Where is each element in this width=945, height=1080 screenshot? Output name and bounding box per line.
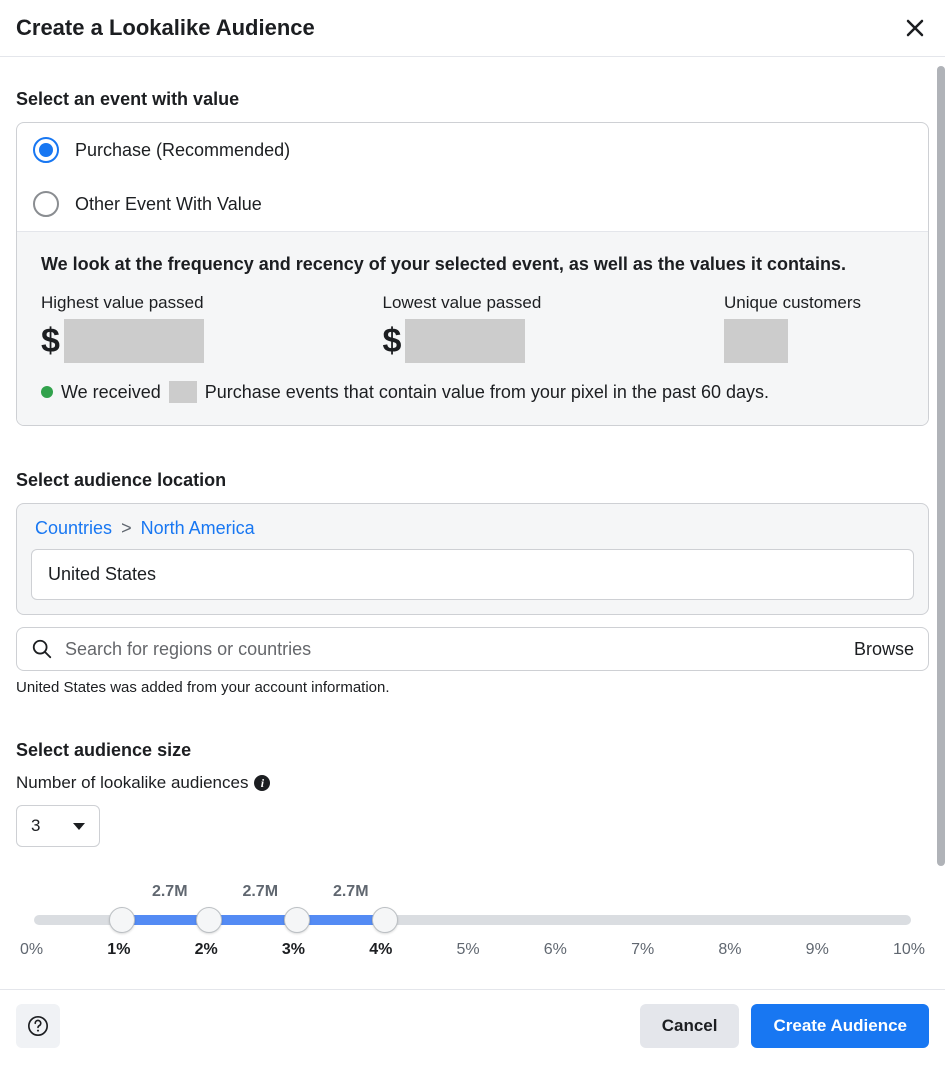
help-button[interactable]	[16, 1004, 60, 1048]
stat-highest: Highest value passed $	[41, 293, 353, 363]
cancel-button[interactable]: Cancel	[640, 1004, 740, 1048]
slider-segment-labels: 2.7M 2.7M 2.7M	[20, 883, 925, 907]
status-dot-icon	[41, 386, 53, 398]
info-heading: We look at the frequency and recency of …	[41, 254, 904, 275]
stat-label: Lowest value passed	[383, 293, 695, 313]
browse-link[interactable]: Browse	[854, 639, 914, 660]
tick: 3%	[282, 941, 305, 959]
stat-unique: Unique customers	[724, 293, 904, 363]
location-section-title: Select audience location	[16, 470, 929, 491]
select-value: 3	[31, 816, 40, 836]
close-icon	[903, 16, 927, 40]
stat-lowest: Lowest value passed $	[383, 293, 695, 363]
tick: 8%	[718, 941, 741, 959]
location-helper-text: United States was added from your accoun…	[16, 679, 929, 696]
modal-footer: Cancel Create Audience	[0, 989, 945, 1062]
events-text-pre: We received	[61, 382, 161, 403]
modal-header: Create a Lookalike Audience	[0, 0, 945, 57]
caret-down-icon	[73, 823, 85, 830]
redacted-value	[405, 319, 525, 363]
redacted-value	[169, 381, 197, 403]
events-text-post: Purchase events that contain value from …	[205, 382, 769, 403]
close-button[interactable]	[901, 14, 929, 42]
number-label: Number of lookalike audiences	[16, 773, 248, 793]
radio-label: Other Event With Value	[75, 194, 262, 215]
tick: 1%	[107, 941, 130, 959]
slider-ticks: 0% 1% 2% 3% 4% 5% 6% 7% 8% 9% 10%	[20, 941, 925, 959]
breadcrumb-countries[interactable]: Countries	[35, 518, 112, 538]
create-audience-button[interactable]: Create Audience	[751, 1004, 929, 1048]
radio-icon	[33, 191, 59, 217]
scrollbar[interactable]	[937, 66, 945, 866]
redacted-value	[64, 319, 204, 363]
tick: 10%	[893, 941, 925, 959]
breadcrumb-sep: >	[121, 518, 132, 538]
slider-fill	[122, 915, 385, 925]
modal-title: Create a Lookalike Audience	[16, 15, 315, 41]
event-card: Purchase (Recommended) Other Event With …	[16, 122, 929, 426]
info-icon[interactable]: i	[254, 775, 270, 791]
audience-size-slider: 2.7M 2.7M 2.7M 0% 1% 2% 3% 4% 5% 6% 7% 8…	[16, 883, 929, 959]
events-status-line: We received Purchase events that contain…	[41, 381, 904, 403]
tick: 7%	[631, 941, 654, 959]
location-search-row: Browse	[16, 627, 929, 671]
audience-count-select[interactable]: 3	[16, 805, 100, 847]
segment-size-3: 2.7M	[333, 883, 369, 901]
search-icon	[31, 638, 53, 660]
tick: 4%	[369, 941, 392, 959]
help-icon	[27, 1015, 49, 1037]
location-card: Countries > North America United States	[16, 503, 929, 615]
slider-handle-4[interactable]	[372, 907, 398, 933]
tick: 2%	[195, 941, 218, 959]
dollar-sign: $	[383, 322, 402, 361]
radio-other-event[interactable]: Other Event With Value	[17, 177, 928, 231]
number-label-row: Number of lookalike audiences i	[16, 773, 929, 793]
slider-track[interactable]	[34, 915, 911, 925]
segment-size-1: 2.7M	[152, 883, 188, 901]
breadcrumb-region[interactable]: North America	[141, 518, 255, 538]
size-section-title: Select audience size	[16, 740, 929, 761]
selected-location[interactable]: United States	[31, 549, 914, 600]
tick: 6%	[544, 941, 567, 959]
segment-size-2: 2.7M	[242, 883, 278, 901]
radio-purchase[interactable]: Purchase (Recommended)	[17, 123, 928, 177]
stat-label: Unique customers	[724, 293, 904, 313]
slider-handle-1[interactable]	[109, 907, 135, 933]
tick: 5%	[456, 941, 479, 959]
radio-label: Purchase (Recommended)	[75, 140, 290, 161]
radio-icon	[33, 137, 59, 163]
location-search-input[interactable]	[65, 639, 842, 660]
event-section-title: Select an event with value	[16, 89, 929, 110]
location-breadcrumb: Countries > North America	[31, 518, 914, 539]
event-info-block: We look at the frequency and recency of …	[17, 231, 928, 425]
stat-label: Highest value passed	[41, 293, 353, 313]
slider-handle-2[interactable]	[196, 907, 222, 933]
tick: 0%	[20, 941, 43, 959]
tick: 9%	[806, 941, 829, 959]
slider-handle-3[interactable]	[284, 907, 310, 933]
redacted-value	[724, 319, 788, 363]
dollar-sign: $	[41, 322, 60, 361]
